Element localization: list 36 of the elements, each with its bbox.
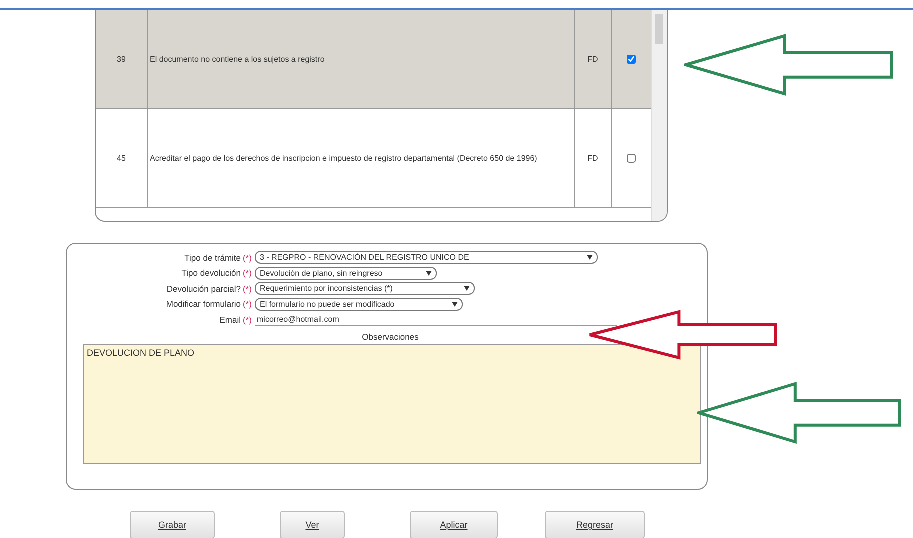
action-button[interactable]: Regresar: [545, 511, 645, 538]
row-number: 45: [96, 109, 148, 207]
required-mark: (*): [243, 284, 252, 294]
required-mark: (*): [243, 314, 252, 325]
requirement-description: Acreditar el pago de los derechos de inscripcion e impuesto de registro departamental (Decreto 650 de 1996): [148, 109, 575, 207]
scrollbar[interactable]: [651, 10, 667, 221]
action-button[interactable]: Ver: [280, 511, 345, 538]
table-row[interactable]: 45 Acreditar el pago de los derechos de inscripcion e impuesto de registro departamental (Decreto 650 de 1996) FD: [96, 109, 651, 208]
action-button[interactable]: Aplicar: [410, 511, 498, 538]
required-mark: (*): [243, 268, 252, 278]
caret-icon: [587, 255, 593, 260]
required-mark: (*): [243, 252, 252, 263]
observations-field[interactable]: DEVOLUCION DE PLANO: [83, 344, 701, 464]
table-row[interactable]: 39 El documento no contiene a los sujetos a registro FD: [96, 10, 651, 109]
action-button[interactable]: Grabar: [130, 511, 215, 538]
requirement-description: El documento no contiene a los sujetos a registro: [148, 10, 575, 108]
field-label: Tipo devolución: [182, 268, 242, 278]
caret-icon: [464, 286, 470, 292]
field-label: Email: [220, 314, 242, 325]
dropdown[interactable]: El formulario no puede ser modificado: [255, 298, 463, 311]
caret-icon: [426, 270, 432, 276]
caret-icon: [452, 302, 458, 307]
email-field[interactable]: micorreo@hotmail.com: [255, 314, 617, 326]
field-label: Modificar formulario: [166, 299, 242, 310]
row-number: 39: [96, 10, 148, 108]
field-label: Devolución parcial?: [166, 284, 242, 294]
row-checkbox[interactable]: [626, 54, 636, 64]
field-label: Tipo de trámite: [184, 252, 242, 263]
dropdown[interactable]: Requerimiento por inconsistencias (*): [255, 282, 475, 296]
required-mark: (*): [243, 299, 252, 310]
observations-label: Observaciones: [361, 332, 420, 342]
requirement-code: FD: [575, 10, 612, 108]
dropdown[interactable]: Devolución de plano, sin reingreso: [255, 266, 437, 280]
row-checkbox[interactable]: [626, 154, 636, 162]
requirement-code: FD: [575, 109, 612, 207]
dropdown[interactable]: 3 - REGPRO - RENOVACIÓN DEL REGISTRO UNICO DE: [255, 251, 598, 264]
